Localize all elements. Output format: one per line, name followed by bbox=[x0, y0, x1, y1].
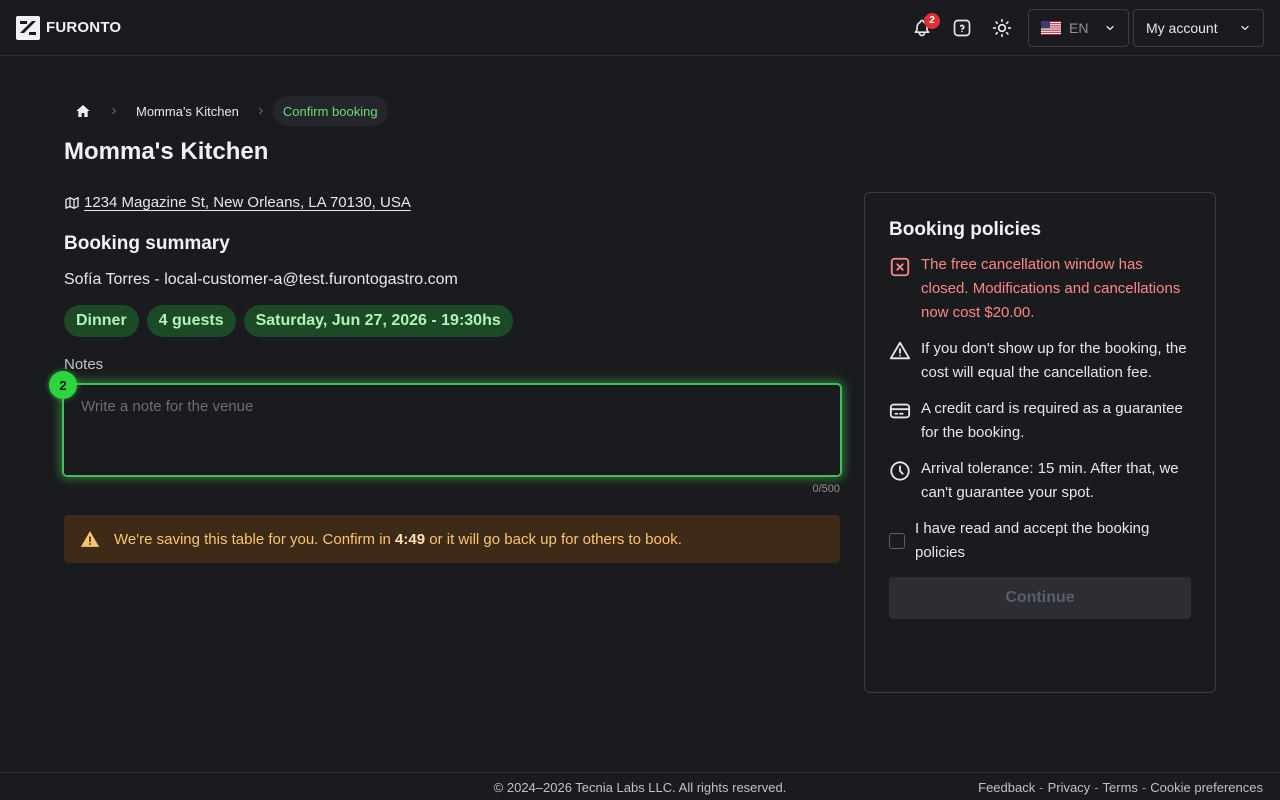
policy-item-cancellation: The free cancellation window has closed.… bbox=[889, 253, 1191, 325]
top-bar: FURONTO 2 EN My account bbox=[0, 0, 1280, 56]
breadcrumb-separator-icon bbox=[249, 106, 273, 116]
chevron-down-icon bbox=[1106, 25, 1114, 30]
warning-icon bbox=[80, 531, 100, 547]
policy-item-arrival: Arrival tolerance: 15 min. After that, w… bbox=[889, 457, 1191, 505]
breadcrumb-venue[interactable]: Momma's Kitchen bbox=[126, 96, 249, 126]
alert-triangle-icon bbox=[889, 341, 911, 360]
booking-summary-title: Booking summary bbox=[64, 233, 230, 254]
map-icon bbox=[65, 196, 79, 209]
language-select[interactable]: EN bbox=[1028, 8, 1129, 47]
breadcrumb-home[interactable] bbox=[64, 96, 102, 126]
meal-chip: Dinner bbox=[64, 305, 139, 337]
booking-policies-title: Booking policies bbox=[889, 219, 1042, 240]
notifications-button[interactable]: 2 bbox=[904, 10, 940, 46]
breadcrumb: Momma's Kitchen Confirm booking bbox=[64, 96, 388, 126]
notes-field-wrapper bbox=[62, 383, 842, 477]
language-code: EN bbox=[1069, 19, 1089, 36]
credit-card-icon bbox=[889, 403, 911, 419]
chevron-down-icon bbox=[1241, 25, 1249, 30]
help-icon bbox=[953, 19, 971, 36]
feedback-link[interactable]: Feedback bbox=[978, 780, 1035, 795]
guests-chip: 4 guests bbox=[146, 305, 236, 337]
help-button[interactable] bbox=[944, 10, 980, 46]
table-hold-message: We're saving this table for you. Confirm… bbox=[114, 530, 682, 548]
terms-link[interactable]: Terms bbox=[1103, 780, 1138, 795]
accept-policies-label: I have read and accept the booking polic… bbox=[915, 520, 1150, 561]
booking-policies-card: Booking policies The free cancellation w… bbox=[864, 192, 1216, 693]
notification-count-badge: 2 bbox=[924, 12, 940, 29]
my-account-label: My account bbox=[1146, 19, 1218, 36]
home-icon bbox=[76, 105, 90, 117]
policy-item-no-show: If you don't show up for the booking, th… bbox=[889, 337, 1191, 385]
my-account-button[interactable]: My account bbox=[1133, 8, 1264, 47]
customer-info: Sofía Torres - local-customer-a@test.fur… bbox=[64, 271, 458, 288]
clock-icon bbox=[890, 461, 910, 481]
continue-button[interactable]: Continue bbox=[889, 577, 1191, 619]
x-square-icon bbox=[890, 257, 910, 277]
footer: © 2024–2026 Tecnia Labs LLC. All rights … bbox=[0, 772, 1280, 800]
cookie-preferences-link[interactable]: Cookie preferences bbox=[1150, 780, 1263, 795]
breadcrumb-current: Confirm booking bbox=[272, 96, 388, 126]
accept-policies-row[interactable]: I have read and accept the booking polic… bbox=[889, 517, 1191, 565]
breadcrumb-separator-icon bbox=[102, 106, 126, 116]
notes-label: Notes bbox=[64, 356, 104, 373]
privacy-link[interactable]: Privacy bbox=[1048, 780, 1091, 795]
accept-policies-checkbox[interactable] bbox=[889, 533, 905, 549]
sun-icon bbox=[992, 18, 1012, 37]
page-title: Momma's Kitchen bbox=[64, 138, 269, 165]
policy-item-credit-card: A credit card is required as a guarantee… bbox=[889, 397, 1191, 445]
logo-mark-icon bbox=[16, 15, 40, 40]
logo-text: FURONTO bbox=[46, 19, 122, 36]
notes-char-count: 0/500 bbox=[812, 483, 840, 495]
hold-countdown: 4:49 bbox=[395, 530, 426, 548]
step-badge: 2 bbox=[49, 371, 77, 399]
us-flag-icon bbox=[1041, 20, 1061, 35]
venue-address-link[interactable]: 1234 Magazine St, New Orleans, LA 70130,… bbox=[84, 194, 411, 211]
footer-links: Feedback - Privacy - Terms - Cookie pref… bbox=[978, 780, 1263, 795]
notes-textarea[interactable] bbox=[64, 385, 840, 475]
logo[interactable]: FURONTO bbox=[16, 15, 122, 40]
date-time-chip: Saturday, Jun 27, 2026 - 19:30hs bbox=[243, 305, 513, 337]
venue-address: 1234 Magazine St, New Orleans, LA 70130,… bbox=[64, 194, 411, 211]
booking-chips: Dinner 4 guests Saturday, Jun 27, 2026 -… bbox=[64, 305, 513, 337]
theme-toggle-button[interactable] bbox=[984, 10, 1020, 46]
table-hold-alert: We're saving this table for you. Confirm… bbox=[64, 515, 840, 563]
